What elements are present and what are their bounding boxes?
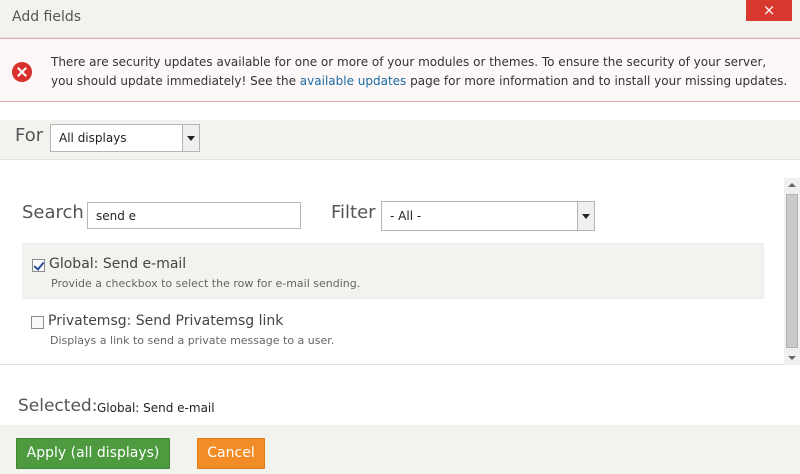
security-alert: There are security updates available for…	[0, 38, 800, 102]
for-label: For	[15, 125, 44, 146]
chevron-down-icon	[182, 125, 199, 151]
field-checkbox[interactable]	[31, 316, 44, 329]
for-display-select[interactable]: All displays	[50, 124, 200, 152]
apply-button[interactable]: Apply (all displays)	[16, 438, 170, 469]
display-selector-bar: For All displays	[0, 120, 800, 160]
dialog-title: Add fields	[12, 9, 82, 25]
filter-select[interactable]: - All -	[381, 201, 595, 231]
field-title[interactable]: Global: Send e-mail	[49, 256, 186, 272]
field-checkbox-checked[interactable]	[32, 259, 45, 272]
search-label: Search	[22, 202, 84, 223]
for-display-value: All displays	[59, 131, 127, 145]
chevron-down-icon	[577, 202, 594, 230]
field-list-scrollbar[interactable]	[784, 178, 800, 365]
field-description: Provide a checkbox to select the row for…	[51, 277, 361, 290]
alert-message: There are security updates available for…	[51, 55, 788, 88]
error-icon	[12, 62, 32, 82]
dialog-footer: Apply (all displays) Cancel	[0, 425, 800, 474]
filter-label: Filter	[331, 202, 376, 223]
selected-value: Global: Send e-mail	[97, 401, 215, 415]
field-row-privatemsg-link[interactable]: Privatemsg: Send Privatemsg link Display…	[22, 301, 764, 357]
field-description: Displays a link to send a private messag…	[50, 334, 335, 347]
field-row-global-send-email[interactable]: Global: Send e-mail Provide a checkbox t…	[22, 243, 764, 299]
scroll-down-arrow-icon[interactable]	[784, 351, 800, 365]
field-list-panel: Search Filter - All - Global: Send e-mai…	[0, 160, 800, 365]
filter-value: - All -	[390, 209, 422, 223]
close-button[interactable]: ×	[746, 0, 792, 21]
search-input[interactable]	[87, 202, 301, 229]
selected-label: Selected:	[18, 396, 98, 416]
available-updates-link[interactable]: available updates	[300, 74, 407, 88]
cancel-button[interactable]: Cancel	[197, 438, 265, 469]
dialog-titlebar: Add fields ×	[0, 0, 800, 38]
close-icon: ×	[762, 1, 776, 19]
scrollbar-thumb[interactable]	[786, 194, 798, 348]
field-title[interactable]: Privatemsg: Send Privatemsg link	[48, 313, 283, 329]
scroll-up-arrow-icon[interactable]	[784, 178, 800, 192]
